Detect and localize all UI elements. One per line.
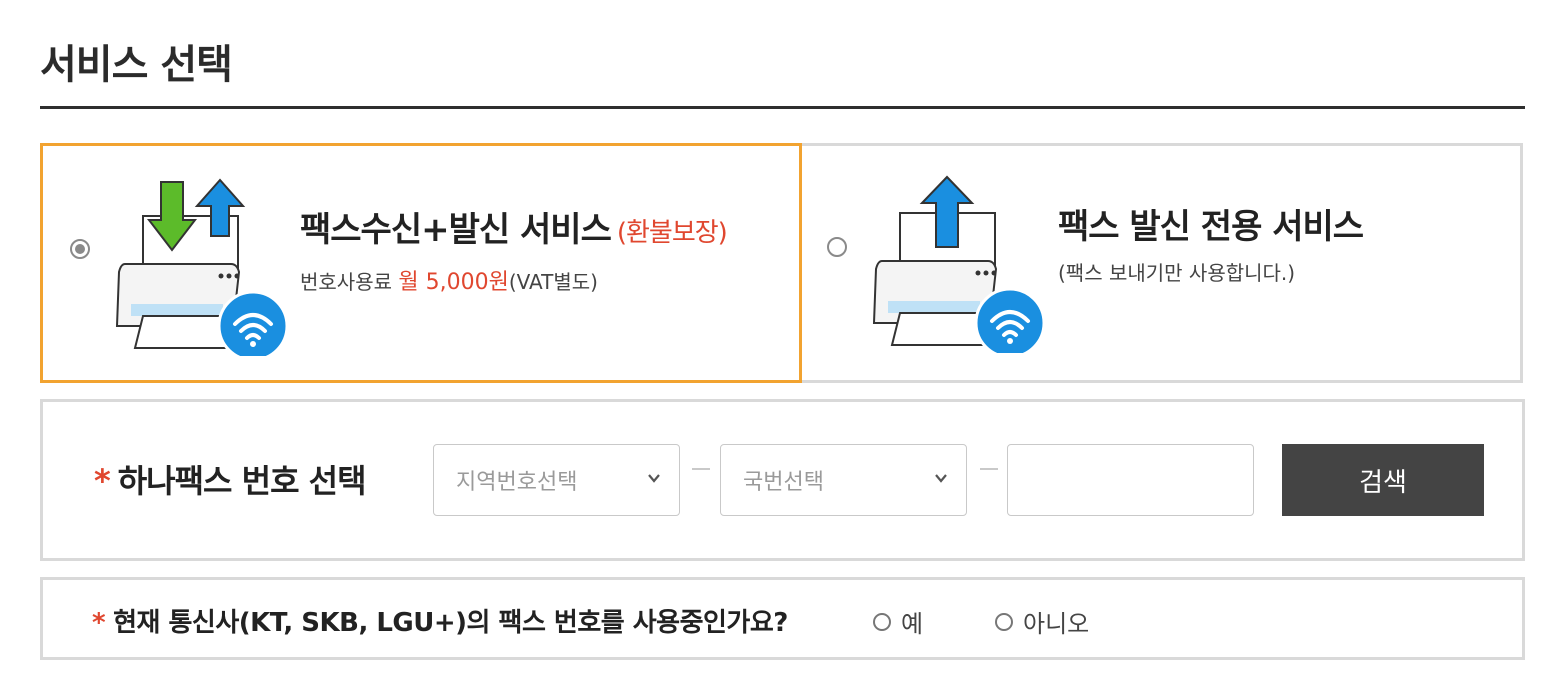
title-divider [40, 106, 1525, 109]
number-selection-label-text: 하나팩스 번호 선택 [117, 462, 367, 500]
carrier-no-radio[interactable] [995, 612, 1013, 631]
required-asterisk: * [94, 462, 111, 500]
fax-send-only-icon [872, 175, 1046, 353]
service-radio-send-receive[interactable] [70, 239, 90, 259]
fax-send-receive-icon [115, 178, 289, 356]
page-title: 서비스 선택 [40, 42, 233, 88]
required-asterisk: * [92, 608, 106, 638]
separator-dash [692, 468, 710, 470]
area-code-placeholder: 지역번호선택 [456, 470, 578, 495]
service-sub-send-only: (팩스 보내기만 사용합니다.) [1058, 261, 1296, 285]
refund-badge: (환불보장) [616, 218, 728, 248]
search-button[interactable]: 검색 [1282, 444, 1484, 516]
service-sub-send-receive: 번호사용료 월 5,000원(VAT별도) [300, 264, 598, 296]
prefix-placeholder: 국번선택 [743, 470, 824, 495]
service-title-send-receive: 팩스수신+발신 서비스 (환불보장) [300, 202, 728, 251]
prefix-select[interactable]: 국번선택 [720, 444, 967, 516]
carrier-yes-option[interactable]: 예 [873, 604, 923, 639]
service-option-send-only[interactable]: 팩스 발신 전용 서비스 (팩스 보내기만 사용합니다.) [802, 143, 1523, 383]
carrier-yes-label: 예 [901, 610, 924, 638]
service-title-send-only: 팩스 발신 전용 서비스 [1058, 207, 1364, 247]
carrier-question-text: 현재 통신사(KT, SKB, LGU+)의 팩스 번호를 사용중인가요? [113, 608, 788, 638]
fee-label: 번호사용료 [300, 270, 399, 294]
carrier-no-label: 아니오 [1023, 610, 1090, 638]
chevron-down-icon [648, 474, 660, 483]
fax-number-input[interactable] [1007, 444, 1254, 516]
service-radio-send-only[interactable] [827, 237, 847, 257]
carrier-yes-radio[interactable] [873, 612, 891, 631]
vat-note: (VAT별도) [508, 270, 598, 294]
carrier-no-option[interactable]: 아니오 [995, 604, 1089, 639]
service-option-send-receive[interactable]: 팩스수신+발신 서비스 (환불보장) 번호사용료 월 5,000원(VAT별도) [40, 143, 802, 383]
chevron-down-icon [935, 474, 947, 483]
carrier-question: * 현재 통신사(KT, SKB, LGU+)의 팩스 번호를 사용중인가요? [92, 602, 788, 639]
fee-price: 월 5,000원 [398, 270, 509, 295]
separator-dash [980, 468, 998, 470]
number-selection-label: * 하나팩스 번호 선택 [94, 456, 367, 502]
area-code-select[interactable]: 지역번호선택 [433, 444, 680, 516]
service-title-text: 팩스수신+발신 서비스 [300, 210, 612, 250]
